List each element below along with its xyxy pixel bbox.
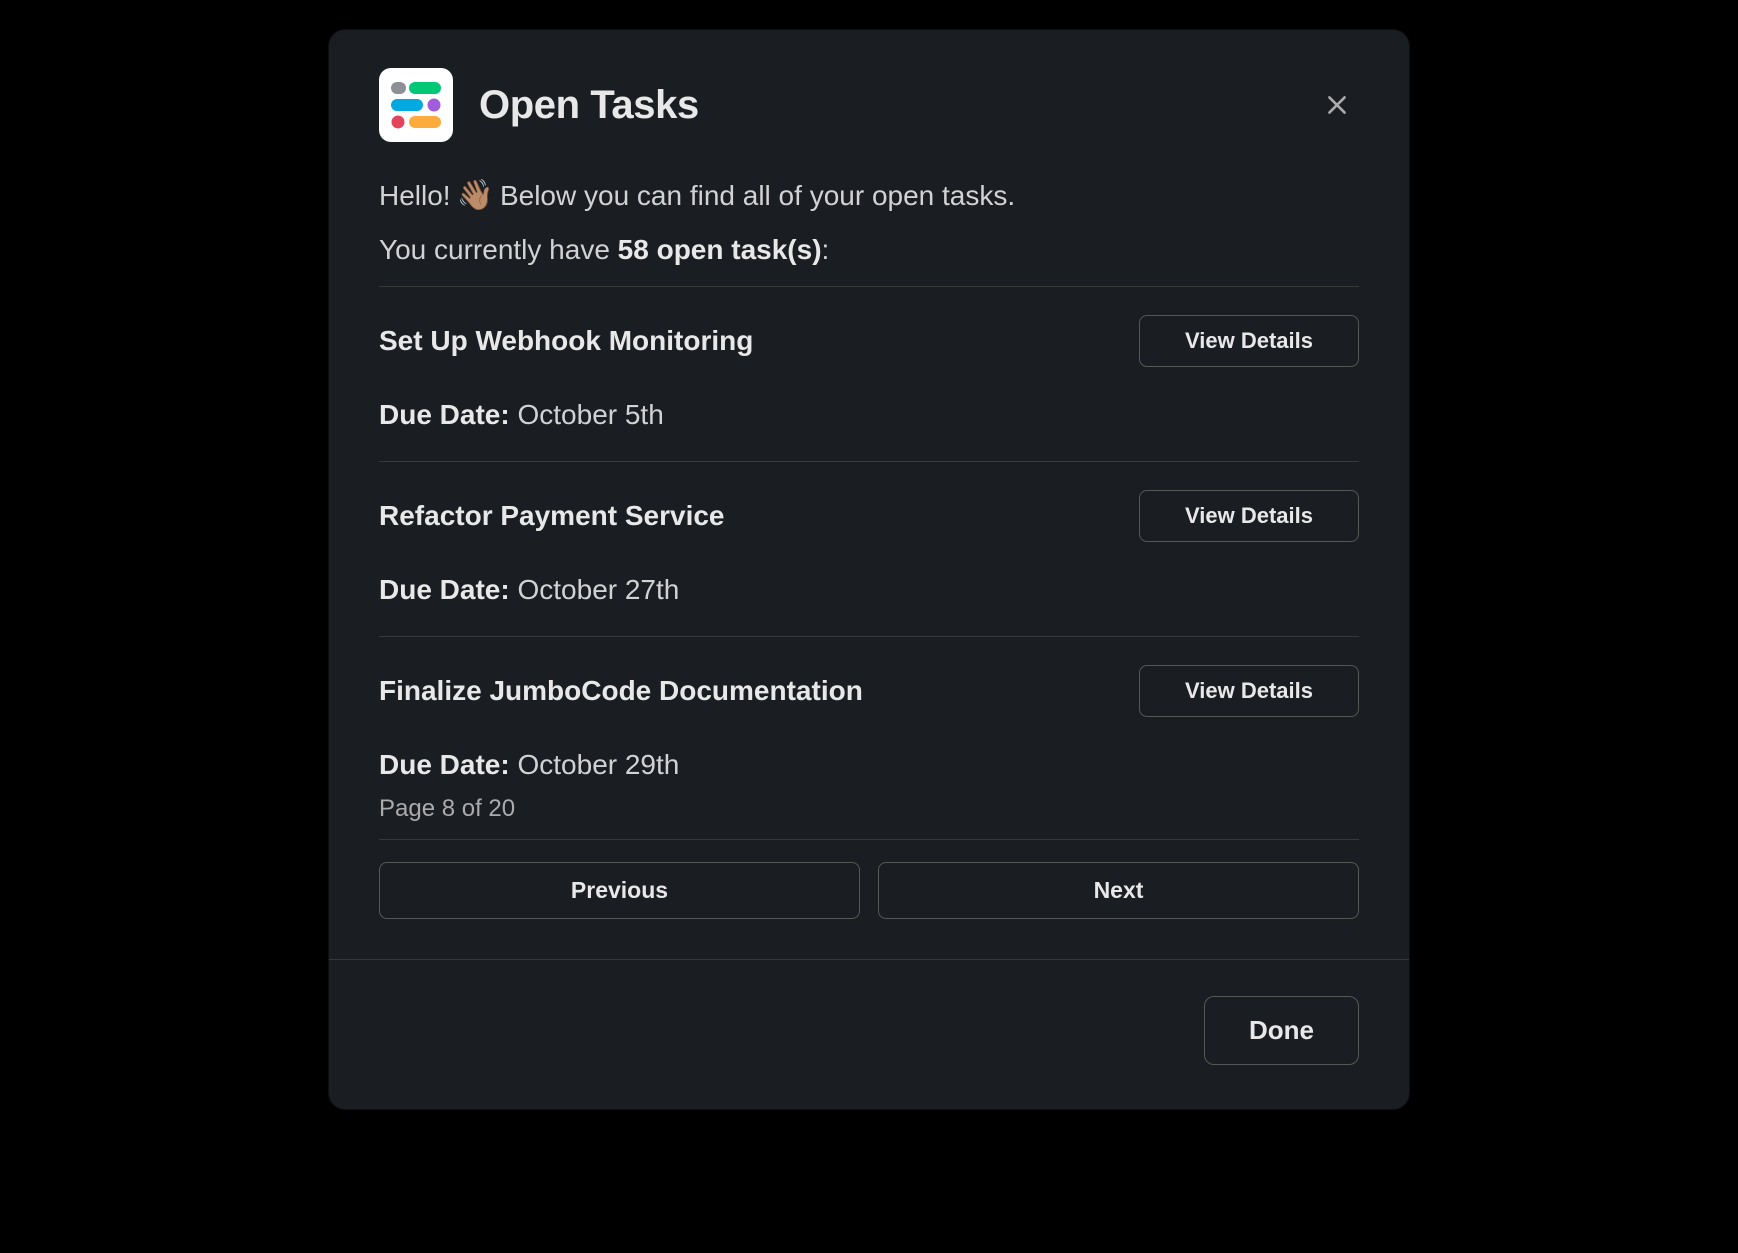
task-row: Set Up Webhook Monitoring View Details [379, 315, 1359, 367]
count-line: You currently have 58 open task(s): [379, 234, 1359, 266]
task-item: Finalize JumboCode Documentation View Det… [379, 637, 1359, 787]
intro-rest: Below you can find all of your open task… [500, 180, 1015, 212]
done-button[interactable]: Done [1204, 996, 1359, 1065]
count-prefix: You currently have [379, 234, 618, 265]
task-due-value: October 29th [517, 749, 679, 780]
page-indicator: Page 8 of 20 [379, 787, 1359, 839]
task-due-value: October 5th [517, 399, 663, 430]
count-bold: 58 open task(s) [618, 234, 822, 265]
pagination-row: Previous Next [379, 839, 1359, 949]
task-due-label: Due Date: [379, 749, 510, 780]
close-button[interactable] [1315, 83, 1359, 127]
next-button[interactable]: Next [878, 862, 1359, 919]
view-details-button[interactable]: View Details [1139, 490, 1359, 542]
task-due: Due Date: October 29th [379, 749, 1359, 781]
task-due-value: October 27th [517, 574, 679, 605]
task-due: Due Date: October 5th [379, 399, 1359, 431]
count-suffix: : [822, 234, 830, 265]
modal-footer: Done [329, 959, 1409, 1109]
close-icon [1324, 92, 1350, 118]
view-details-button[interactable]: View Details [1139, 315, 1359, 367]
wave-icon: 👋🏽 [457, 181, 494, 211]
view-details-button[interactable]: View Details [1139, 665, 1359, 717]
task-item: Set Up Webhook Monitoring View Details Due… [379, 287, 1359, 462]
modal-header: Open Tasks [329, 30, 1409, 152]
task-title: Finalize JumboCode Documentation [379, 675, 863, 707]
intro-line: Hello! 👋🏽 Below you can find all of your… [379, 180, 1359, 212]
modal-title: Open Tasks [479, 83, 1315, 128]
intro-hello: Hello! [379, 180, 451, 212]
task-due: Due Date: October 27th [379, 574, 1359, 606]
task-row: Finalize JumboCode Documentation View Det… [379, 665, 1359, 717]
monday-app-icon [379, 68, 453, 142]
task-due-label: Due Date: [379, 574, 510, 605]
task-row: Refactor Payment Service View Details [379, 490, 1359, 542]
modal-body: Hello! 👋🏽 Below you can find all of your… [329, 152, 1409, 959]
task-title: Set Up Webhook Monitoring [379, 325, 753, 357]
task-item: Refactor Payment Service View Details Due … [379, 462, 1359, 637]
task-due-label: Due Date: [379, 399, 510, 430]
open-tasks-modal: Open Tasks Hello! 👋🏽 Below you can find … [329, 30, 1409, 1109]
previous-button[interactable]: Previous [379, 862, 860, 919]
task-title: Refactor Payment Service [379, 500, 725, 532]
